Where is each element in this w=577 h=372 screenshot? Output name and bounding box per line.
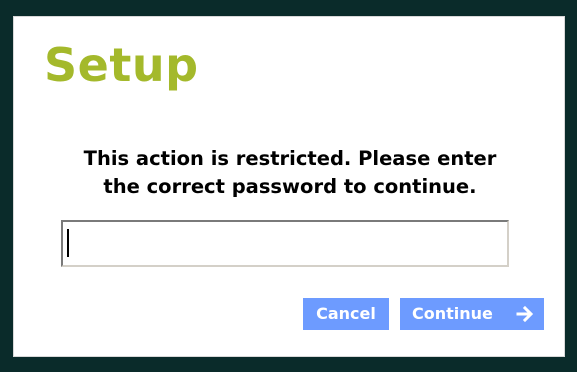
cancel-button[interactable]: Cancel	[303, 298, 389, 330]
text-caret	[67, 229, 69, 257]
continue-button[interactable]: Continue	[400, 298, 544, 330]
dialog-title: Setup	[44, 38, 199, 92]
window-background: Setup This action is restricted. Please …	[0, 0, 577, 372]
continue-button-label: Continue	[412, 304, 493, 323]
message-line-1: This action is restricted. Please enter	[83, 147, 497, 170]
arrow-right-icon	[516, 305, 534, 323]
restriction-message: This action is restricted. Please enter …	[14, 145, 566, 201]
password-input[interactable]	[61, 220, 509, 267]
message-line-2: the correct password to continue.	[103, 175, 477, 198]
